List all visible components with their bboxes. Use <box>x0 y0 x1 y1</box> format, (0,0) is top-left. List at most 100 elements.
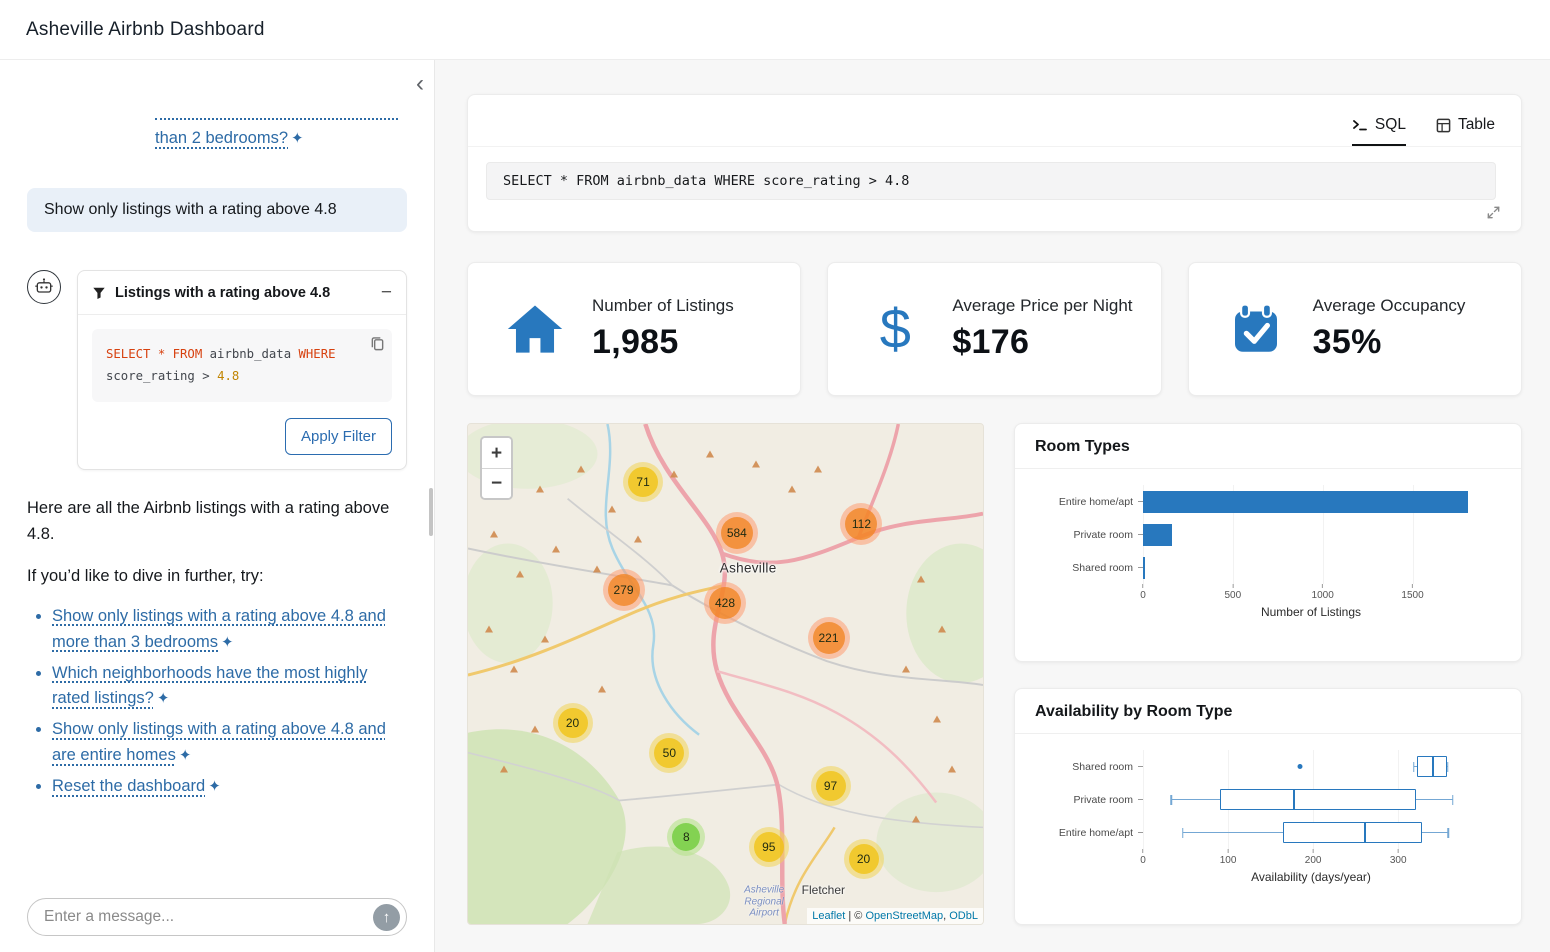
map-cluster-marker[interactable]: 20 <box>553 703 593 743</box>
stat-card-listings: Number of Listings 1,985 <box>467 262 801 396</box>
suggestion-link[interactable]: Which neighborhoods have the most highly… <box>52 664 368 708</box>
osm-link[interactable]: OpenStreetMap <box>865 910 943 922</box>
odbl-link[interactable]: ODbL <box>949 910 978 922</box>
suggestion-link[interactable]: Show only listings with a rating above 4… <box>52 720 386 764</box>
map-attribution: Leaflet | © OpenStreetMap, ODbL <box>807 908 983 924</box>
message-input[interactable] <box>44 908 373 926</box>
send-button[interactable]: ↑ <box>373 904 400 931</box>
campsite-icon <box>500 766 508 773</box>
message-input-bar: ↑ <box>27 898 407 936</box>
filter-sql-codeblock: SELECT * FROM airbnb_data WHEREscore_rat… <box>92 329 392 402</box>
expand-button[interactable] <box>1486 205 1501 223</box>
campsite-icon <box>490 531 498 538</box>
whisker-cap <box>1170 795 1172 805</box>
campsite-icon <box>516 571 524 578</box>
list-item: Show only listings with a rating above 4… <box>52 717 407 769</box>
suggestion-link-truncated[interactable]: than 2 bedrooms? <box>155 129 288 147</box>
map-cluster-marker[interactable]: 71 <box>623 462 663 502</box>
map-cluster-marker[interactable]: 221 <box>808 617 850 659</box>
map-cluster-marker[interactable]: 279 <box>603 569 645 611</box>
campsite-icon <box>948 766 956 773</box>
copy-button[interactable] <box>370 336 385 355</box>
scrollbar-thumb[interactable] <box>429 488 433 536</box>
campsite-icon <box>598 686 606 693</box>
stat-label: Number of Listings <box>592 296 734 316</box>
cluster-count: 97 <box>816 771 846 801</box>
filter-sql-code: SELECT * FROM airbnb_data WHEREscore_rat… <box>106 344 378 387</box>
chevron-left-icon: ‹ <box>416 70 424 97</box>
bar <box>1143 491 1468 513</box>
sql-token: WHERE <box>299 347 336 361</box>
map-zoom-control: + − <box>480 436 513 500</box>
tab-table[interactable]: Table <box>1436 116 1495 146</box>
whisker-cap <box>1447 762 1449 772</box>
cluster-count: 279 <box>608 574 640 606</box>
campsite-icon <box>788 486 796 493</box>
funnel-icon <box>92 286 106 300</box>
gridline <box>1143 750 1144 849</box>
campsite-icon <box>917 576 925 583</box>
axis-category-label: Entire home/apt <box>1027 485 1143 518</box>
axis-tick: 500 <box>1224 584 1241 601</box>
stat-value: 35% <box>1313 323 1466 362</box>
median-line <box>1364 822 1366 843</box>
axis-tick: 200 <box>1305 849 1322 866</box>
campsite-icon <box>933 716 941 723</box>
tab-label: Table <box>1458 116 1495 134</box>
axis-tick: 0 <box>1140 849 1146 866</box>
map-cluster-marker[interactable]: 97 <box>811 766 851 806</box>
map-cluster-marker[interactable]: 428 <box>704 582 746 624</box>
expand-icon <box>1486 205 1501 220</box>
sql-token: 4.8 <box>217 369 239 383</box>
whisker-cap <box>1413 762 1415 772</box>
tab-sql[interactable]: SQL <box>1352 116 1406 146</box>
cluster-count: 20 <box>558 708 588 738</box>
map-charts-row: 7158411227942822120509789520 Asheville F… <box>467 423 1522 925</box>
bot-paragraph: If you’d like to dive in further, try: <box>27 564 407 590</box>
axis-tick: 1500 <box>1401 584 1423 601</box>
map-container[interactable]: 7158411227942822120509789520 Asheville F… <box>467 423 984 925</box>
sparkle-icon: ✦ <box>208 778 221 795</box>
cluster-count: 20 <box>849 844 879 874</box>
campsite-icon <box>593 566 601 573</box>
bar <box>1143 524 1172 546</box>
chart-title: Room Types <box>1015 424 1521 469</box>
map-cluster-marker[interactable]: 112 <box>840 503 882 545</box>
whisker-cap <box>1448 828 1450 838</box>
map-cluster-marker[interactable]: 95 <box>749 827 789 867</box>
campsite-icon <box>541 636 549 643</box>
map-cluster-marker[interactable]: 584 <box>716 512 758 554</box>
median-line <box>1432 756 1434 777</box>
list-item: Show only listings with a rating above 4… <box>52 604 407 656</box>
sql-token: airbnb_data <box>210 347 299 361</box>
bar <box>1143 557 1145 579</box>
leaflet-link[interactable]: Leaflet <box>812 910 845 922</box>
collapse-card-button[interactable]: − <box>381 283 392 302</box>
map-cluster-marker[interactable]: 50 <box>649 733 689 773</box>
apply-filter-button[interactable]: Apply Filter <box>285 418 392 455</box>
charts-column: Room Types Entire home/aptPrivate roomSh… <box>1014 423 1522 925</box>
suggestion-link[interactable]: Reset the dashboard <box>52 777 205 795</box>
map-cluster-marker[interactable]: 20 <box>844 839 884 879</box>
campsite-icon <box>608 506 616 513</box>
stat-value: 1,985 <box>592 323 734 362</box>
campsite-icon <box>706 451 714 458</box>
box <box>1283 822 1422 843</box>
query-tabbar: SQL Table <box>468 95 1521 147</box>
collapse-panel-button[interactable]: ‹ <box>416 72 424 96</box>
bot-avatar <box>27 270 61 304</box>
x-axis-label: Number of Listings <box>1015 602 1521 619</box>
terminal-icon <box>1352 118 1368 132</box>
stat-card-price: $ Average Price per Night $176 <box>827 262 1161 396</box>
stat-label: Average Occupancy <box>1313 296 1466 316</box>
suggestion-list: Show only listings with a rating above 4… <box>27 604 407 800</box>
whisker-cap <box>1452 795 1454 805</box>
cluster-count: 8 <box>672 823 700 851</box>
truncated-previous-message: than 2 bedrooms?✦ <box>155 116 407 148</box>
axis-category-label: Private room <box>1027 518 1143 551</box>
campsite-icon <box>577 466 585 473</box>
zoom-out-button[interactable]: − <box>482 468 511 498</box>
map-cluster-marker[interactable]: 8 <box>667 818 705 856</box>
zoom-in-button[interactable]: + <box>482 438 511 468</box>
suggestion-link[interactable]: Show only listings with a rating above 4… <box>52 607 386 651</box>
